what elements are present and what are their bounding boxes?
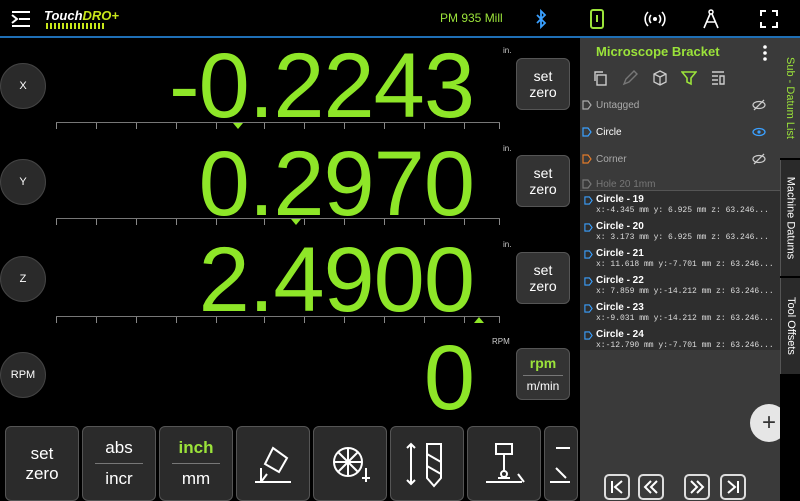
list-settings-icon[interactable]	[710, 70, 726, 86]
tag-icon	[584, 250, 593, 259]
app-logo: TouchDRO+	[44, 8, 119, 23]
z-scale	[56, 316, 500, 324]
tab-sub-datum-list[interactable]: Sub - Datum List	[780, 38, 800, 158]
tag-icon	[584, 304, 593, 313]
tool-length-button[interactable]	[390, 426, 464, 501]
broadcast-icon[interactable]	[644, 8, 666, 30]
set-zero-all-button[interactable]: set zero	[5, 426, 79, 501]
eye-off-icon[interactable]	[752, 152, 766, 166]
menu-icon[interactable]	[10, 10, 32, 28]
x-readout: -0.2243	[168, 35, 475, 137]
tag-icon	[582, 179, 592, 189]
axis-button-y[interactable]: Y	[0, 159, 46, 205]
datum-item[interactable]: Circle - 21 x: 11.618 mm y:-7.701 mm z: 6…	[580, 247, 780, 274]
datum-item[interactable]: Circle - 19 x:-4.345 mm y: 6.925 mm z: 63…	[580, 193, 780, 220]
eye-icon[interactable]	[752, 125, 766, 139]
tag-row-circle[interactable]: Circle	[580, 119, 780, 145]
x-unit: in.	[503, 46, 512, 55]
last-page-button[interactable]	[720, 474, 746, 500]
tag-icon	[582, 154, 592, 164]
z-position-marker	[474, 317, 484, 323]
top-bar: TouchDRO+ PM 935 Mill	[0, 0, 800, 38]
skip-first-icon	[611, 480, 623, 494]
rpm-readout: 0	[423, 327, 475, 429]
z-readout: 2.4900	[198, 229, 475, 331]
x-scale	[56, 122, 500, 130]
tag-row-untagged[interactable]: Untagged	[580, 92, 780, 118]
machine-name[interactable]: PM 935 Mill	[440, 11, 503, 25]
endmill-icon	[333, 446, 370, 482]
x-position-marker	[233, 123, 243, 129]
logo-scale-graphic	[46, 23, 104, 29]
tag-icon	[584, 196, 593, 205]
tab-machine-datums[interactable]: Machine Datums	[780, 160, 800, 276]
partial-tool-icon	[550, 446, 570, 483]
z-unit: in.	[503, 240, 512, 249]
tag-icon	[582, 100, 592, 110]
edge-finder-icon	[255, 446, 291, 483]
skip-last-icon	[727, 480, 739, 494]
axis-button-rpm[interactable]: RPM	[0, 352, 46, 398]
datum-item[interactable]: Circle - 24 x:-12.790 mm y:-7.701 mm z: 6…	[580, 328, 780, 355]
first-page-button[interactable]	[604, 474, 630, 500]
datum-item[interactable]: Circle - 23 x:-9.031 mm y:-14.212 mm z: 6…	[580, 301, 780, 328]
bluetooth-icon[interactable]	[530, 8, 552, 30]
more-tools-button[interactable]	[544, 426, 578, 501]
datum-item[interactable]: Circle - 22 x: 7.859 mm y:-14.212 mm z: 6…	[580, 274, 780, 301]
rpm-unit: RPM	[492, 337, 510, 346]
cube-icon[interactable]	[652, 70, 668, 86]
inch-mm-toggle[interactable]: inch mm	[159, 426, 233, 501]
y-unit: in.	[503, 144, 512, 153]
datum-list: Circle - 19 x:-4.345 mm y: 6.925 mm z: 63…	[580, 190, 780, 350]
tool-length-icon	[406, 442, 442, 488]
tag-icon	[584, 331, 593, 340]
rpm-units-toggle[interactable]: rpm m/min	[516, 348, 570, 400]
compass-icon[interactable]	[700, 8, 722, 30]
panel-title: Microscope Bracket	[596, 44, 720, 59]
probe-icon	[486, 442, 525, 483]
datum-item[interactable]: Circle - 20 x: 3.173 mm y: 6.925 mm z: 63…	[580, 220, 780, 247]
tag-row-corner[interactable]: Corner	[580, 146, 780, 172]
y-scale	[56, 218, 500, 226]
double-chevron-left-icon	[643, 480, 658, 494]
tag-row-hole[interactable]: Hole 20 1mm	[580, 173, 780, 189]
edge-finder-tool-button[interactable]	[236, 426, 310, 501]
abs-incr-toggle[interactable]: abs incr	[82, 426, 156, 501]
probe-tool-button[interactable]	[467, 426, 541, 501]
more-options-icon[interactable]	[760, 44, 770, 62]
x-set-zero-button[interactable]: set zero	[516, 58, 570, 110]
previous-page-button[interactable]	[638, 474, 664, 500]
cutter-tool-button[interactable]	[313, 426, 387, 501]
eye-off-icon[interactable]	[752, 98, 766, 112]
filter-icon[interactable]	[680, 70, 698, 86]
next-page-button[interactable]	[684, 474, 710, 500]
axis-button-z[interactable]: Z	[0, 256, 46, 302]
y-set-zero-button[interactable]: set zero	[516, 155, 570, 207]
tab-tool-offsets[interactable]: Tool Offsets	[780, 278, 800, 374]
double-chevron-right-icon	[690, 480, 705, 494]
tag-icon	[584, 223, 593, 232]
fullscreen-icon[interactable]	[758, 8, 780, 30]
copy-icon[interactable]	[592, 70, 608, 86]
z-set-zero-button[interactable]: set zero	[516, 252, 570, 304]
app-root: TouchDRO+ PM 935 Mill X -0.2243 in. set z…	[0, 0, 800, 501]
y-readout: 0.2970	[198, 133, 475, 235]
sub-datum-panel: Microscope Bracket Untagged Circle Corne…	[580, 38, 788, 501]
tag-icon	[582, 127, 592, 137]
axis-button-x[interactable]: X	[0, 63, 46, 109]
y-position-marker	[291, 219, 301, 225]
tab-empty-area	[780, 376, 800, 501]
edit-icon[interactable]	[622, 70, 638, 86]
device-icon[interactable]	[586, 8, 608, 30]
tag-icon	[584, 277, 593, 286]
